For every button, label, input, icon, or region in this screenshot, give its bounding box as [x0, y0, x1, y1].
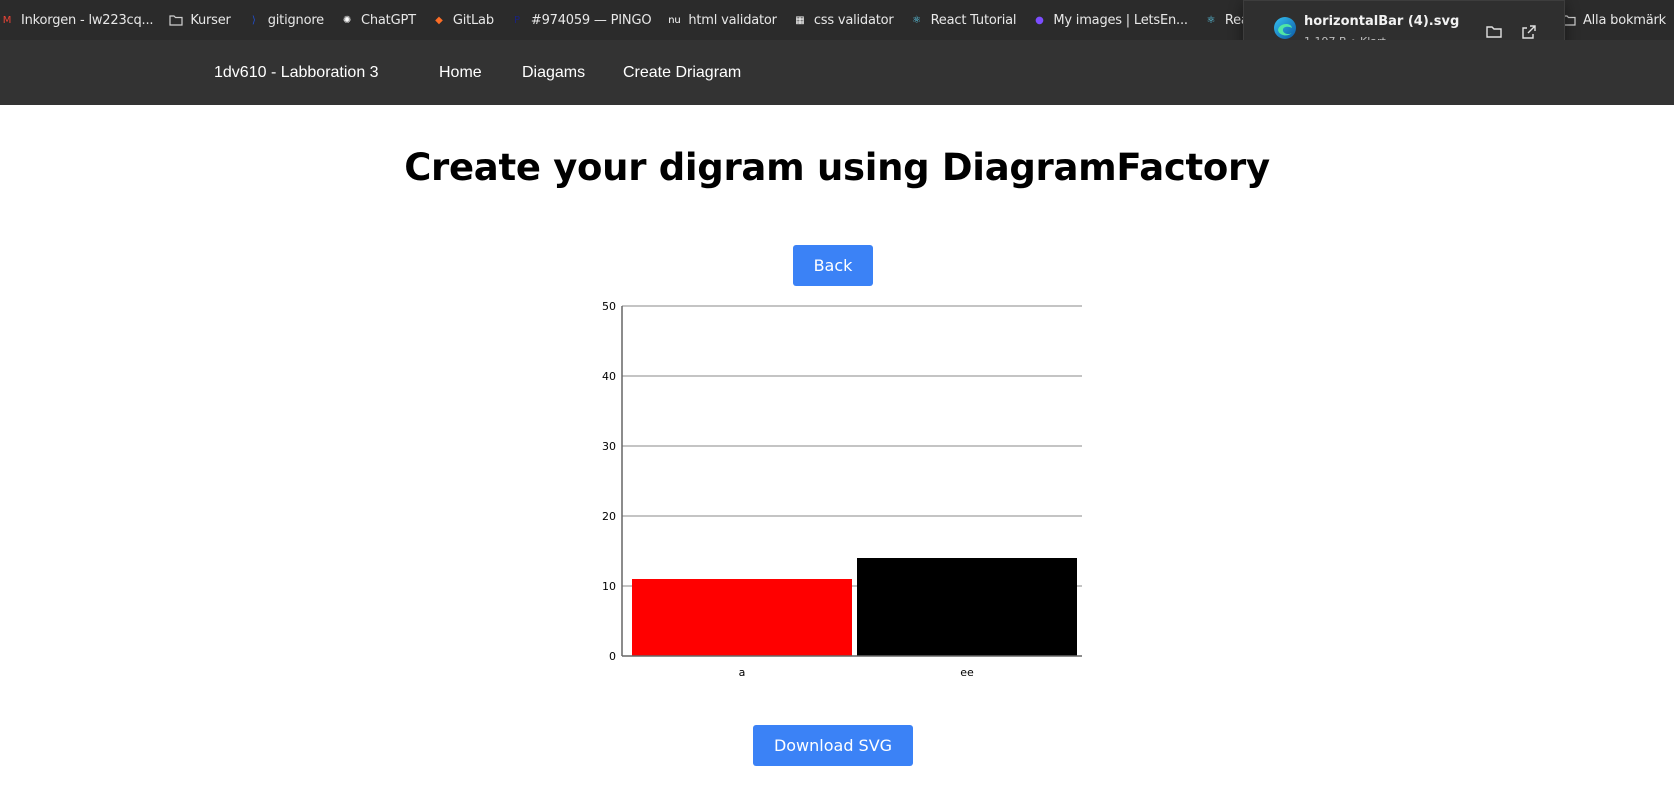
bar-chart-svg: 0 10 20 30 40 50 a ee — [602, 300, 1082, 679]
external-link-icon — [1522, 25, 1536, 39]
bookmark-item[interactable]: ◆ GitLab — [424, 6, 502, 34]
bar — [632, 579, 852, 656]
bookmark-item[interactable]: ⟩ gitignore — [239, 6, 332, 34]
bookmark-item[interactable]: nu html validator — [659, 6, 784, 34]
pingo-icon: P — [513, 14, 520, 26]
all-bookmarks-item[interactable]: Alla bokmärk — [1553, 6, 1674, 34]
bar — [857, 558, 1077, 656]
download-svg-button[interactable]: Download SVG — [753, 725, 913, 766]
bookmark-item[interactable]: ✺ ChatGPT — [332, 6, 424, 34]
folder-icon — [169, 13, 183, 27]
bar-chart: 0 10 20 30 40 50 a ee — [590, 296, 1090, 686]
nav-create-diagram[interactable]: Create Driagram — [623, 64, 741, 82]
bookmark-item[interactable]: ▦ css validator — [785, 6, 902, 34]
page-title: Create your digram using DiagramFactory — [404, 146, 1270, 189]
edge-icon — [1274, 17, 1296, 39]
y-tick-label: 0 — [609, 650, 616, 663]
bookmark-item[interactable]: ⚛ React Tutorial — [902, 6, 1025, 34]
react-icon: ⚛ — [1206, 14, 1216, 26]
bookmark-label: Kurser — [190, 12, 231, 28]
back-button[interactable]: Back — [793, 245, 873, 286]
y-tick-label: 10 — [602, 580, 616, 593]
nav-home[interactable]: Home — [439, 64, 482, 82]
bookmark-item[interactable]: P #974059 — PINGO — [502, 6, 660, 34]
navbar: 1dv610 - Labboration 3 Home Diagams Crea… — [0, 40, 1674, 105]
openai-icon: ✺ — [342, 14, 352, 26]
bookmark-label: GitLab — [452, 12, 494, 28]
bookmark-item[interactable]: ● My images | LetsEn... — [1024, 6, 1195, 34]
y-tick-label: 50 — [602, 300, 616, 313]
all-bookmarks-label: Alla bokmärk — [1582, 12, 1666, 28]
bookmark-label: ChatGPT — [360, 12, 416, 28]
x-tick-label: ee — [960, 666, 974, 679]
gmail-icon: M — [2, 14, 12, 26]
bookmark-label: React Tutorial — [930, 12, 1017, 28]
gitlab-icon: ◆ — [435, 14, 443, 26]
qr-icon: ▦ — [795, 14, 805, 26]
bookmark-label: Inkorgen - lw223cq... — [21, 12, 154, 28]
letsenhance-icon: ● — [1035, 14, 1044, 26]
bookmark-label: css validator — [813, 12, 894, 28]
bookmark-label: #974059 — PINGO — [530, 12, 652, 28]
download-filename[interactable]: horizontalBar (4).svg — [1304, 14, 1459, 29]
nav-diagrams[interactable]: Diagams — [522, 64, 585, 82]
x-tick-label: a — [739, 666, 746, 679]
y-tick-label: 30 — [602, 440, 616, 453]
bookmark-item[interactable]: Kurser — [161, 6, 238, 34]
bookmark-item[interactable]: M Inkorgen - lw223cq... — [0, 6, 161, 34]
nu-icon: nu — [668, 14, 681, 26]
react-icon: ⚛ — [912, 14, 921, 26]
y-tick-label: 20 — [602, 510, 616, 523]
toptal-icon: ⟩ — [251, 14, 256, 26]
folder-icon — [1486, 26, 1502, 38]
bookmark-label: html validator — [688, 12, 777, 28]
bookmark-label: gitignore — [267, 12, 324, 28]
bookmark-label: My images | LetsEn... — [1053, 12, 1188, 28]
brand-title[interactable]: 1dv610 - Labboration 3 — [214, 64, 379, 82]
y-tick-label: 40 — [602, 370, 616, 383]
